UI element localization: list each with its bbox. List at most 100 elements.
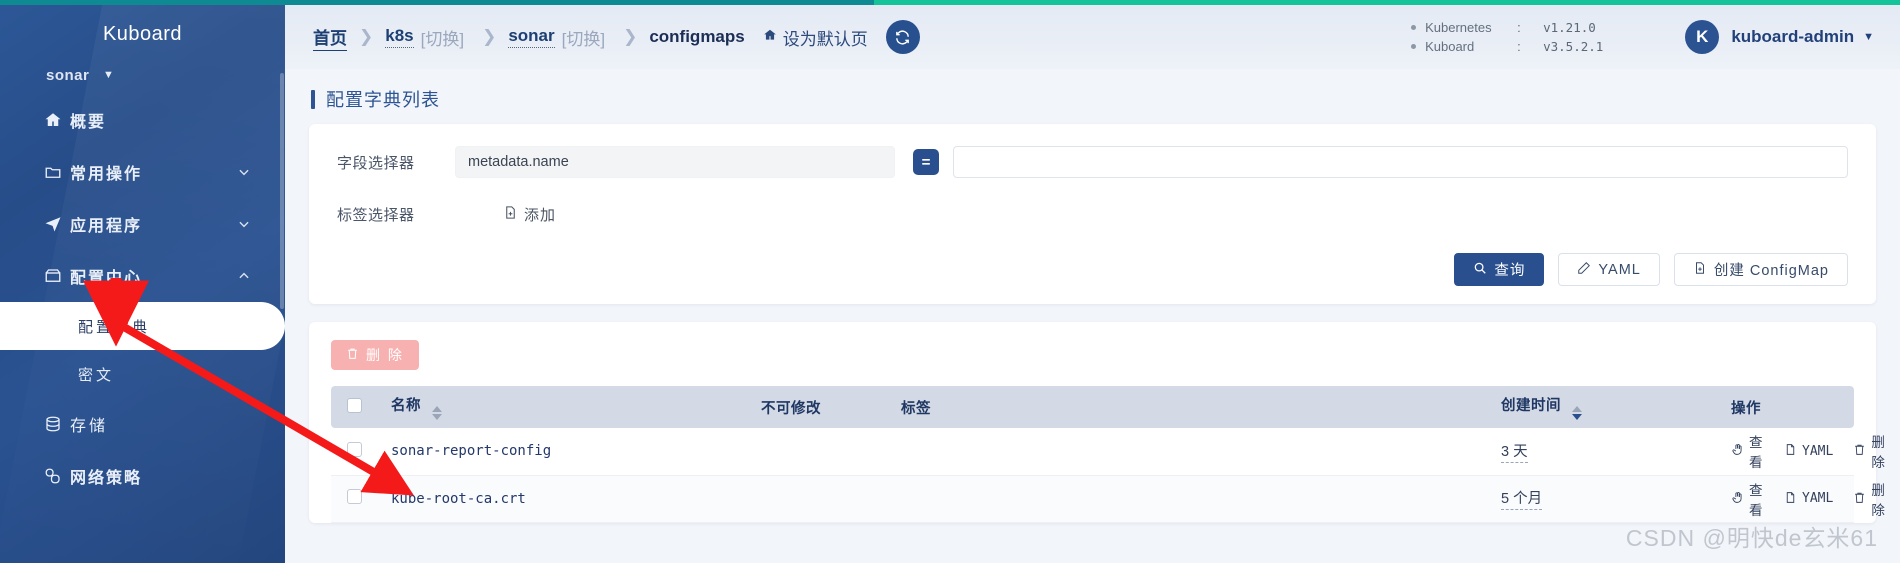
- breadcrumb-item-cluster[interactable]: k8s: [385, 26, 414, 48]
- label-selector-row: 标签选择器 添加: [337, 204, 1848, 225]
- sidebar-item-label: 网络策略: [70, 470, 143, 487]
- field-selector-row: 字段选择器 metadata.name =: [337, 146, 1848, 178]
- yaml-row-button[interactable]: YAML: [1784, 491, 1833, 507]
- configmap-name-link[interactable]: sonar-report-config: [391, 443, 551, 459]
- breadcrumb-separator-icon: ❯: [623, 27, 638, 46]
- row-immutable-cell: [753, 475, 893, 523]
- breadcrumb-item-namespace[interactable]: sonar: [508, 26, 555, 48]
- column-label: 创建时间: [1501, 398, 1561, 414]
- sidebar-item-network-policy[interactable]: 网络策略: [0, 450, 285, 502]
- version-value: v3.5.2.1: [1543, 39, 1604, 54]
- sidebar-subitem-label: 密文: [78, 366, 115, 384]
- breadcrumb-separator-icon: ❯: [359, 27, 374, 46]
- configmap-name-link[interactable]: kube-root-ca.crt: [391, 491, 526, 507]
- breadcrumb-switch-cluster[interactable]: [切换]: [421, 25, 464, 50]
- row-name-cell: sonar-report-config: [383, 428, 753, 476]
- field-selector-input[interactable]: metadata.name: [455, 146, 895, 178]
- row-select-cell: [331, 428, 383, 476]
- page-loading-bar-fill: [0, 0, 874, 5]
- sidebar: Kuboard sonar ▼ 概要 常用操作 应用程序 配置中心 配置字典 密…: [0, 5, 285, 563]
- delete-row-label: 删 除: [1871, 482, 1887, 518]
- column-header-name[interactable]: 名称: [383, 386, 753, 428]
- pencil-icon: [1577, 261, 1591, 279]
- add-label-selector-button[interactable]: 添加: [503, 204, 556, 225]
- delete-selected-label: 删 除: [366, 347, 404, 363]
- top-header: 首页 ❯ k8s [切换] ❯ sonar [切换] ❯ configmaps …: [285, 5, 1900, 69]
- sidebar-scrollbar[interactable]: [280, 73, 284, 309]
- bullet-icon: [1411, 44, 1417, 49]
- sidebar-item-storage[interactable]: 存储: [0, 398, 285, 450]
- trash-icon: [1853, 443, 1866, 459]
- chevron-up-icon: [237, 269, 251, 283]
- select-all-checkbox[interactable]: [347, 397, 362, 413]
- delete-row-button[interactable]: 删 除: [1853, 479, 1886, 519]
- sidebar-item-config-center[interactable]: 配置中心: [0, 250, 285, 302]
- table-panel: 删 除 名称 不可修改 标签 创建时间 操作 sonar-report-conf…: [309, 322, 1885, 523]
- breadcrumb-item-home[interactable]: 首页: [313, 24, 347, 51]
- set-default-page-button[interactable]: 设为默认页: [763, 25, 868, 50]
- yaml-row-label: YAML: [1802, 443, 1834, 459]
- configmap-table: 名称 不可修改 标签 创建时间 操作 sonar-report-config 3…: [331, 386, 1885, 523]
- row-operations: 查 看 YAML 删 除: [1731, 431, 1885, 471]
- file-add-icon: [1693, 261, 1707, 279]
- row-created-cell: 3 天: [1493, 428, 1723, 476]
- sidebar-item-applications[interactable]: 应用程序: [0, 198, 285, 250]
- version-value: v1.21.0: [1543, 20, 1596, 35]
- chevron-down-icon: [237, 217, 251, 231]
- view-button[interactable]: 查 看: [1731, 431, 1764, 471]
- sidebar-item-label: 应用程序: [70, 218, 143, 235]
- row-checkbox[interactable]: [347, 489, 362, 504]
- row-checkbox[interactable]: [347, 441, 362, 457]
- namespace-selector[interactable]: sonar ▼: [0, 57, 285, 94]
- version-colon: :: [1517, 39, 1521, 54]
- breadcrumb-switch-namespace[interactable]: [切换]: [562, 25, 605, 50]
- avatar: K: [1685, 20, 1720, 54]
- chevron-down-icon[interactable]: ▼: [1863, 31, 1874, 43]
- version-row: Kubernetes : v1.21.0: [1411, 18, 1603, 37]
- add-label: 添加: [524, 207, 557, 224]
- hand-icon: [1731, 443, 1744, 459]
- box-icon: [44, 267, 70, 285]
- column-label: 操作: [1731, 400, 1761, 417]
- view-label: 查 看: [1749, 482, 1764, 518]
- home-icon: [44, 111, 70, 129]
- trash-icon: [1853, 491, 1866, 507]
- operator-button[interactable]: =: [913, 149, 939, 175]
- sidebar-item-label: 配置中心: [70, 270, 143, 287]
- view-button[interactable]: 查 看: [1731, 479, 1764, 519]
- row-immutable-cell: [753, 428, 893, 476]
- page-title-label: 配置字典列表: [326, 90, 440, 110]
- yaml-button[interactable]: YAML: [1558, 253, 1660, 286]
- file-add-icon: [503, 205, 518, 224]
- column-header-created[interactable]: 创建时间: [1493, 386, 1723, 428]
- sidebar-item-configmaps[interactable]: 配置字典: [0, 302, 285, 350]
- sort-icon[interactable]: [1571, 406, 1582, 420]
- sort-icon[interactable]: [431, 406, 442, 420]
- query-button[interactable]: 查询: [1454, 253, 1545, 286]
- row-labels-cell: [893, 475, 1493, 523]
- breadcrumb-separator-icon: ❯: [482, 27, 497, 46]
- sidebar-item-secrets[interactable]: 密文: [0, 350, 285, 398]
- database-icon: [44, 415, 70, 433]
- delete-row-button[interactable]: 删 除: [1853, 431, 1886, 471]
- label-selector-label: 标签选择器: [337, 207, 415, 224]
- trash-icon: [346, 347, 359, 363]
- create-configmap-label: 创建 ConfigMap: [1713, 263, 1829, 279]
- sidebar-item-label: 存储: [70, 418, 109, 435]
- row-labels-cell: [893, 428, 1493, 476]
- delete-selected-button[interactable]: 删 除: [331, 340, 419, 370]
- sidebar-item-overview[interactable]: 概要: [0, 94, 285, 146]
- app-root: Kuboard sonar ▼ 概要 常用操作 应用程序 配置中心 配置字典 密…: [0, 0, 1900, 563]
- user-menu-label[interactable]: kuboard-admin: [1731, 27, 1854, 47]
- refresh-button[interactable]: [885, 20, 920, 54]
- table-row[interactable]: sonar-report-config 3 天 查 看 YAML 删 除: [331, 428, 1885, 476]
- field-value-input[interactable]: [953, 146, 1848, 178]
- sidebar-item-common-operations[interactable]: 常用操作: [0, 146, 285, 198]
- version-colon: :: [1517, 20, 1521, 35]
- yaml-row-button[interactable]: YAML: [1784, 443, 1833, 459]
- header-right: Kubernetes : v1.21.0 Kuboard : v3.5.2.1 …: [1411, 18, 1900, 56]
- sidebar-item-label: 常用操作: [70, 166, 143, 183]
- view-label: 查 看: [1749, 435, 1764, 471]
- create-configmap-button[interactable]: 创建 ConfigMap: [1673, 253, 1848, 286]
- table-row[interactable]: kube-root-ca.crt 5 个月 查 看 YAML 删 除: [331, 475, 1885, 523]
